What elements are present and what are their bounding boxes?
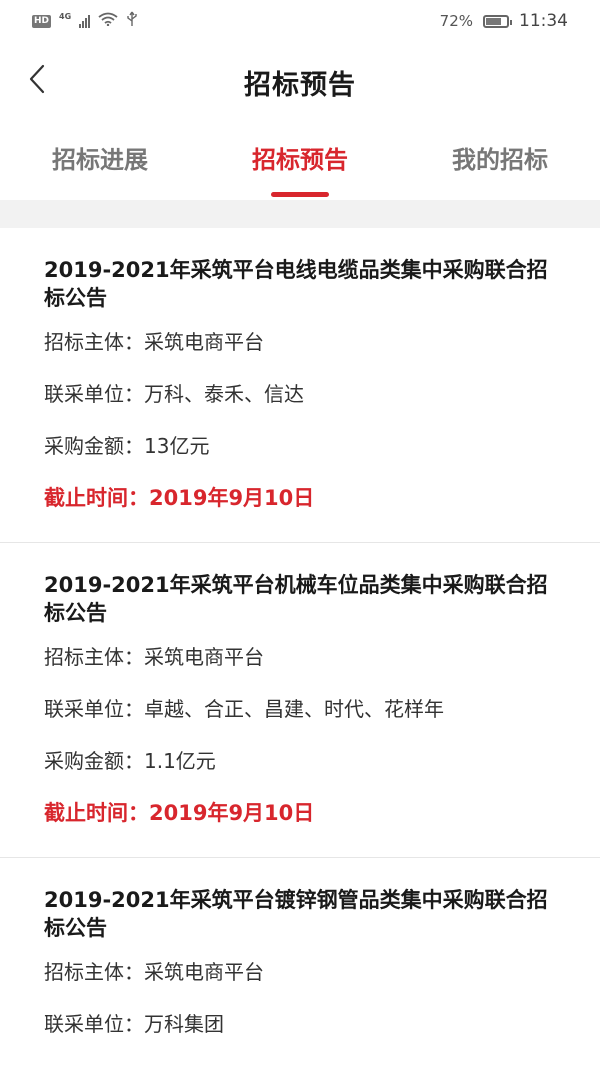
deadline-row: 截止时间： 2019年9月10日 bbox=[44, 484, 556, 512]
tab-active-indicator bbox=[271, 192, 329, 197]
tab-progress[interactable]: 招标进展 bbox=[0, 128, 200, 200]
status-bar: HD 4G 72% 11:34 bbox=[0, 0, 600, 42]
chevron-left-icon bbox=[28, 64, 46, 98]
announcement-card[interactable]: 2019-2021年采筑平台机械车位品类集中采购联合招标公告 招标主体： 采筑电… bbox=[0, 543, 600, 858]
amount-label: 采购金额： bbox=[44, 434, 144, 458]
units-value: 万科集团 bbox=[144, 1012, 224, 1036]
status-left: HD 4G bbox=[32, 11, 138, 31]
tab-label: 招标预告 bbox=[252, 146, 348, 174]
announcement-title: 2019-2021年采筑平台机械车位品类集中采购联合招标公告 bbox=[44, 573, 548, 625]
network-type: 4G bbox=[59, 11, 72, 21]
announcement-title: 2019-2021年采筑平台电线电缆品类集中采购联合招标公告 bbox=[44, 258, 548, 310]
hd-badge: HD bbox=[32, 14, 52, 28]
subject-label: 招标主体： bbox=[44, 960, 144, 984]
subject-label: 招标主体： bbox=[44, 330, 144, 354]
section-divider bbox=[0, 200, 600, 228]
tab-label: 我的招标 bbox=[452, 146, 548, 174]
status-right: 72% 11:34 bbox=[440, 11, 568, 31]
amount-row: 采购金额： 13亿元 bbox=[44, 432, 556, 460]
announcement-list: 2019-2021年采筑平台电线电缆品类集中采购联合招标公告 招标主体： 采筑电… bbox=[0, 228, 600, 1062]
subject-row: 招标主体： 采筑电商平台 bbox=[44, 643, 556, 671]
usb-icon bbox=[126, 11, 138, 31]
deadline-value: 2019年9月10日 bbox=[149, 486, 315, 510]
signal-icon bbox=[79, 14, 91, 28]
subject-row: 招标主体： 采筑电商平台 bbox=[44, 328, 556, 356]
amount-value: 1.1亿元 bbox=[144, 749, 216, 773]
amount-row: 采购金额： 1.1亿元 bbox=[44, 747, 556, 775]
subject-row: 招标主体： 采筑电商平台 bbox=[44, 958, 556, 986]
clock: 11:34 bbox=[519, 11, 568, 31]
deadline-label: 截止时间： bbox=[44, 801, 149, 825]
deadline-row: 截止时间： 2019年9月10日 bbox=[44, 799, 556, 827]
deadline-value: 2019年9月10日 bbox=[149, 801, 315, 825]
units-row: 联采单位： 万科集团 bbox=[44, 1010, 556, 1038]
amount-label: 采购金额： bbox=[44, 749, 144, 773]
back-button[interactable] bbox=[20, 64, 54, 98]
header: 招标预告 bbox=[0, 52, 600, 112]
announcement-title: 2019-2021年采筑平台镀锌钢管品类集中采购联合招标公告 bbox=[44, 888, 548, 940]
announcement-card[interactable]: 2019-2021年采筑平台电线电缆品类集中采购联合招标公告 招标主体： 采筑电… bbox=[0, 228, 600, 543]
tab-preview[interactable]: 招标预告 bbox=[200, 128, 400, 200]
deadline-label: 截止时间： bbox=[44, 486, 149, 510]
battery-icon bbox=[483, 14, 512, 28]
units-value: 万科、泰禾、信达 bbox=[144, 382, 304, 406]
announcement-card[interactable]: 2019-2021年采筑平台镀锌钢管品类集中采购联合招标公告 招标主体： 采筑电… bbox=[0, 858, 600, 1038]
subject-label: 招标主体： bbox=[44, 645, 144, 669]
page-title: 招标预告 bbox=[244, 69, 356, 101]
units-row: 联采单位： 卓越、合正、昌建、时代、花样年 bbox=[44, 695, 556, 723]
units-label: 联采单位： bbox=[44, 382, 144, 406]
tab-bar: 招标进展 招标预告 我的招标 bbox=[0, 128, 600, 200]
tab-label: 招标进展 bbox=[52, 146, 148, 174]
subject-value: 采筑电商平台 bbox=[144, 330, 264, 354]
wifi-icon bbox=[98, 12, 118, 30]
battery-percent: 72% bbox=[439, 12, 473, 30]
units-label: 联采单位： bbox=[44, 1012, 144, 1036]
tab-my-bids[interactable]: 我的招标 bbox=[400, 128, 600, 200]
subject-value: 采筑电商平台 bbox=[144, 645, 264, 669]
units-row: 联采单位： 万科、泰禾、信达 bbox=[44, 380, 556, 408]
subject-value: 采筑电商平台 bbox=[144, 960, 264, 984]
units-value: 卓越、合正、昌建、时代、花样年 bbox=[144, 697, 444, 721]
amount-value: 13亿元 bbox=[144, 434, 210, 458]
units-label: 联采单位： bbox=[44, 697, 144, 721]
